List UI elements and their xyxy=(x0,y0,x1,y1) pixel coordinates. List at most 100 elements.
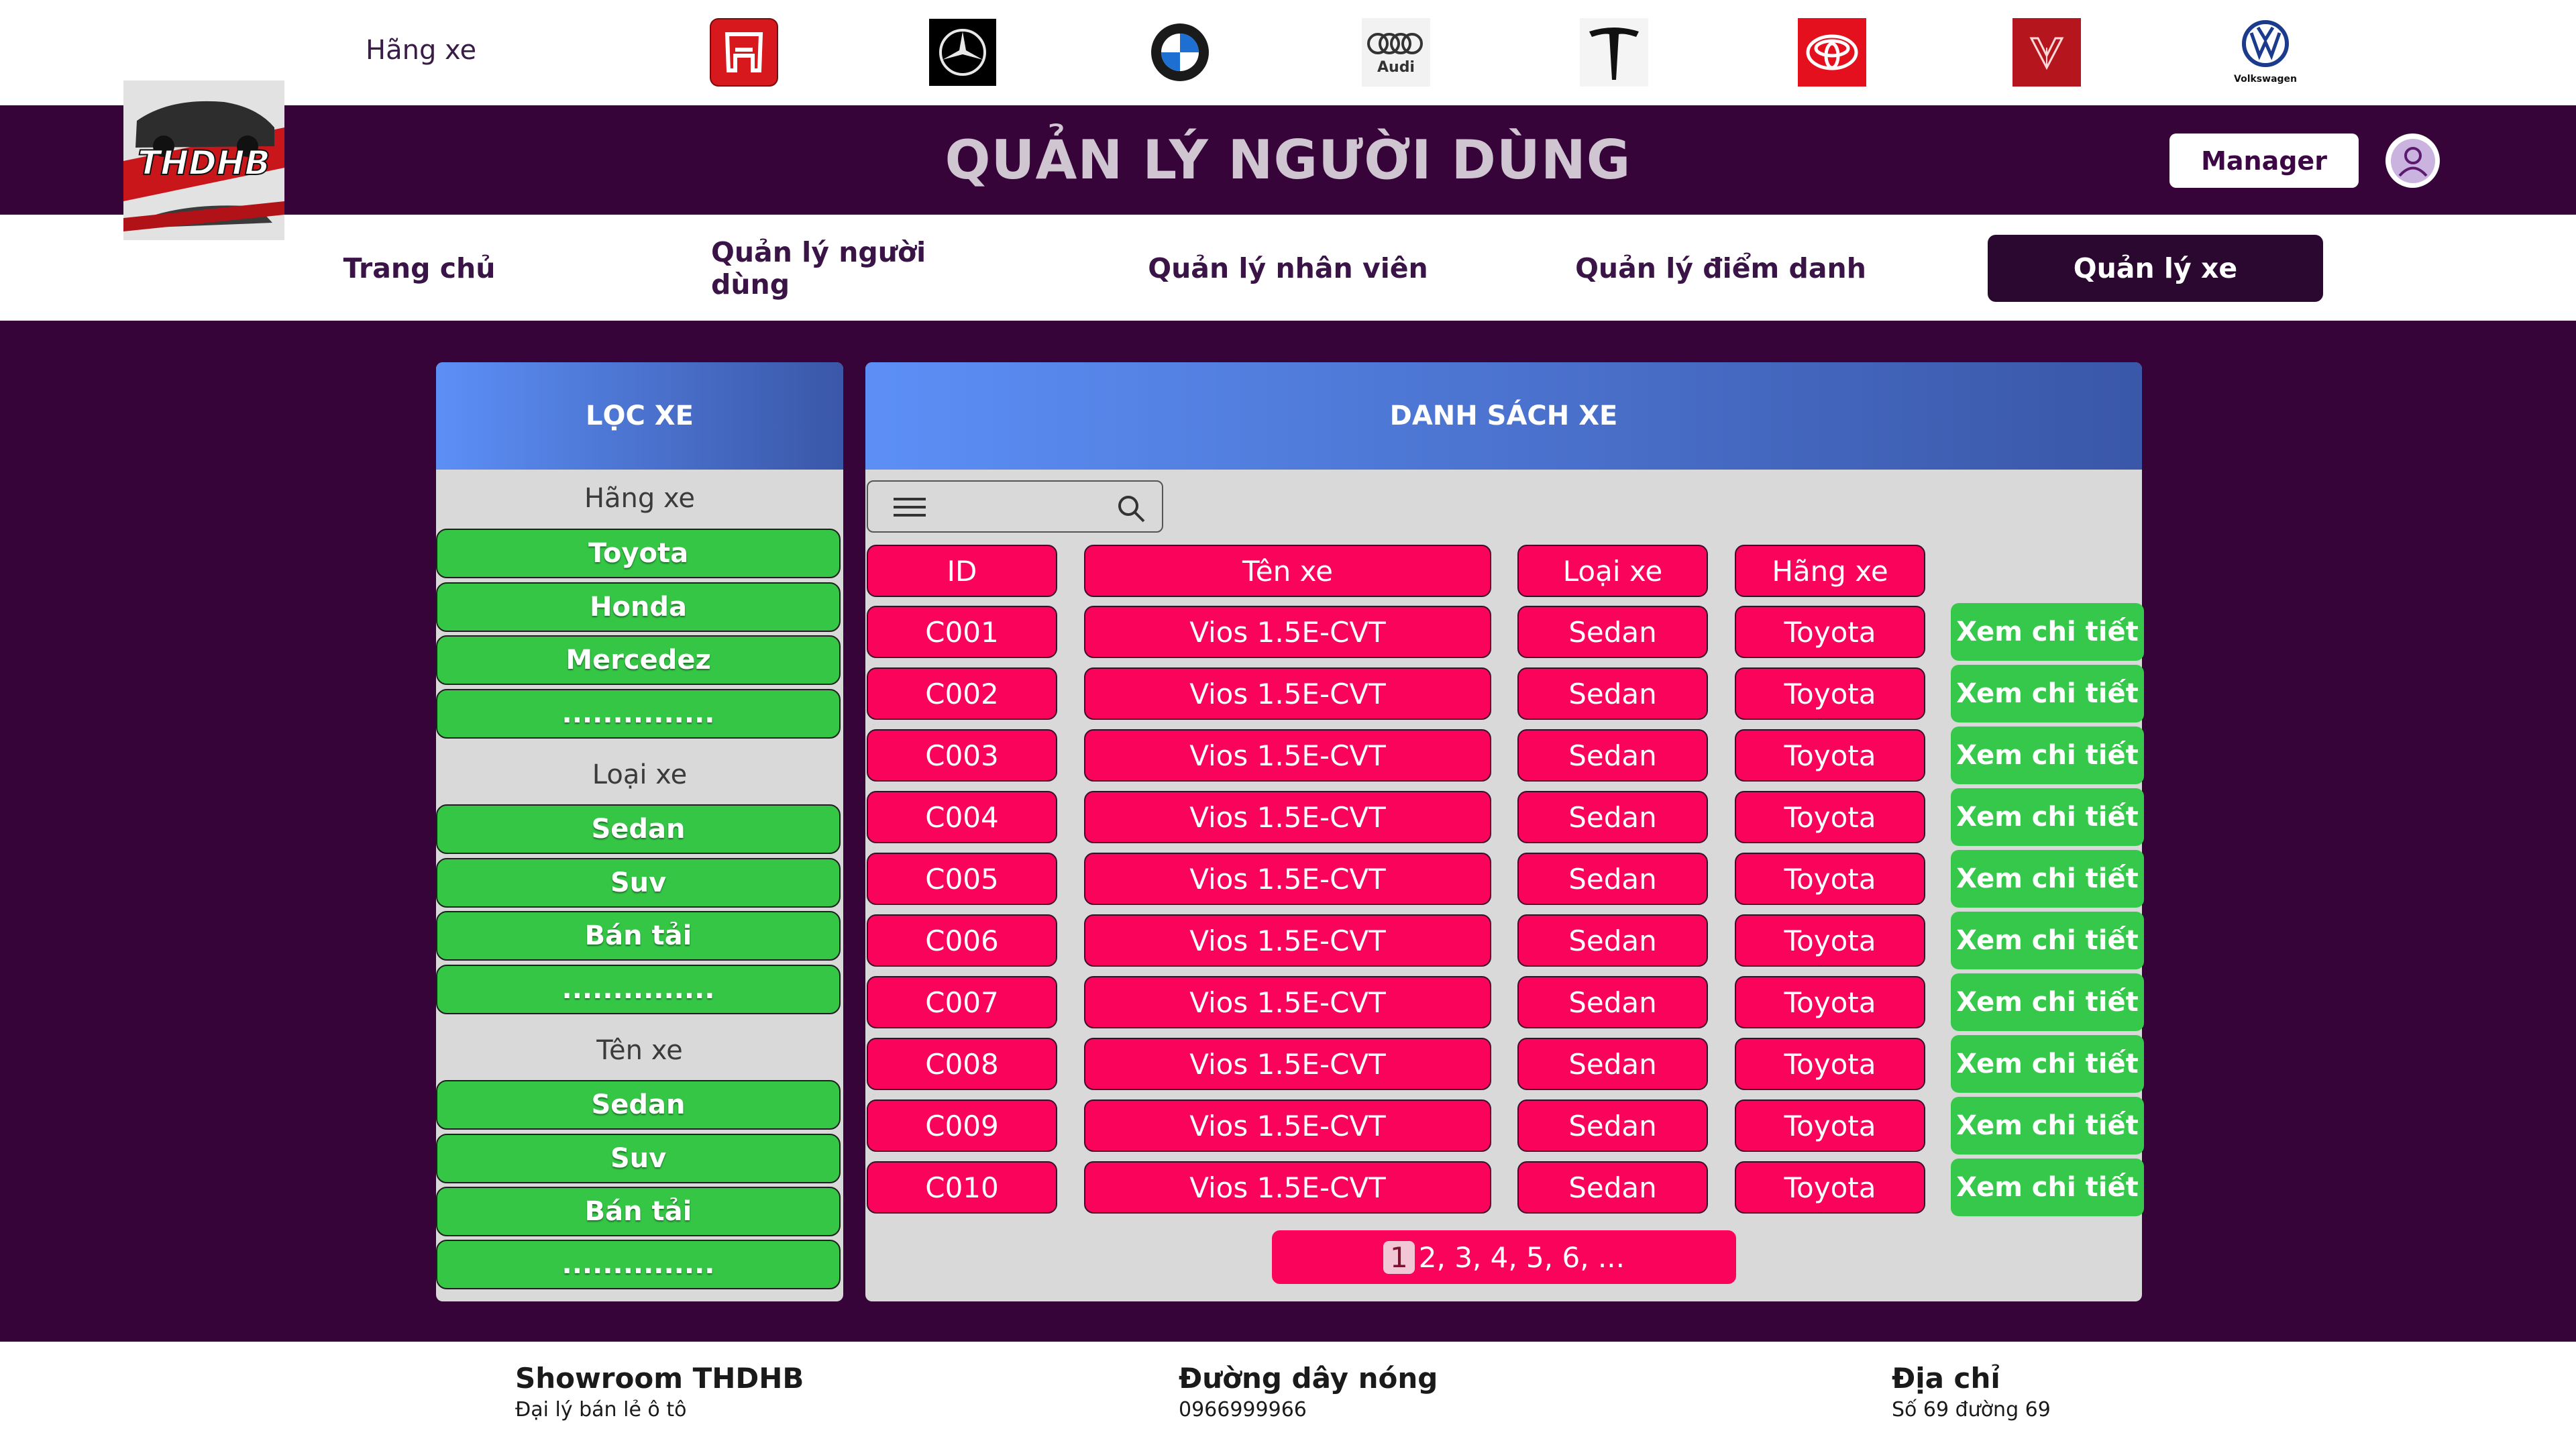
view-detail-button[interactable]: Xem chi tiết xyxy=(1951,727,2144,784)
view-detail-button[interactable]: Xem chi tiết xyxy=(1951,973,2144,1031)
filter-panel-title: LỌC XE xyxy=(436,362,843,470)
nav-car-management[interactable]: Quản lý xe xyxy=(1988,235,2323,302)
filter-group-brand-title: Hãng xe xyxy=(584,483,696,514)
column-header-brand[interactable]: Hãng xe xyxy=(1735,545,1925,597)
cell-id: C009 xyxy=(867,1099,1057,1152)
user-avatar[interactable] xyxy=(2385,133,2440,188)
footer-hotline-title: Đường dây nóng xyxy=(1179,1362,1438,1395)
view-detail-button[interactable]: Xem chi tiết xyxy=(1951,603,2144,661)
site-logo[interactable]: THDHB xyxy=(123,80,284,240)
cell-id: C003 xyxy=(867,729,1057,782)
cell-name: Vios 1.5E-CVT xyxy=(1084,914,1491,967)
footer xyxy=(0,1342,2576,1449)
audi-wordmark: Audi xyxy=(1377,59,1415,76)
cell-id: C002 xyxy=(867,667,1057,720)
audi-logo[interactable]: Audi xyxy=(1362,18,1430,87)
cell-id: C007 xyxy=(867,976,1057,1028)
nav-staff-management[interactable]: Quản lý nhân viên xyxy=(1140,235,1436,302)
manager-button[interactable]: Manager xyxy=(2169,133,2359,188)
filter-type-more[interactable]: ............... xyxy=(436,965,841,1014)
filter-brand-more[interactable]: ............... xyxy=(436,689,841,739)
cell-brand: Toyota xyxy=(1735,1038,1925,1090)
filter-type-suv[interactable]: Suv xyxy=(436,858,841,908)
filter-name-more[interactable]: ............... xyxy=(436,1240,841,1289)
cell-type: Sedan xyxy=(1517,976,1708,1028)
bmw-logo[interactable] xyxy=(1146,18,1214,87)
view-detail-button[interactable]: Xem chi tiết xyxy=(1951,665,2144,722)
cell-type: Sedan xyxy=(1517,791,1708,843)
menu-icon[interactable] xyxy=(892,495,927,519)
view-detail-button[interactable]: Xem chi tiết xyxy=(1951,788,2144,846)
filter-brand-mercedez[interactable]: Mercedez xyxy=(436,635,841,685)
vinfast-logo[interactable] xyxy=(2012,18,2081,87)
view-detail-button[interactable]: Xem chi tiết xyxy=(1951,1159,2144,1216)
cell-brand: Toyota xyxy=(1735,1099,1925,1152)
volkswagen-wordmark: Volkswagen xyxy=(2234,74,2297,85)
search-icon[interactable] xyxy=(1116,494,1146,523)
filter-panel: LỌC XE Hãng xe Toyota Honda Mercedez ...… xyxy=(436,362,843,1301)
cell-name: Vios 1.5E-CVT xyxy=(1084,667,1491,720)
cell-brand: Toyota xyxy=(1735,729,1925,782)
cell-brand: Toyota xyxy=(1735,667,1925,720)
cell-id: C006 xyxy=(867,914,1057,967)
tesla-logo[interactable] xyxy=(1580,18,1648,87)
cell-brand: Toyota xyxy=(1735,976,1925,1028)
filter-name-pickup[interactable]: Bán tải xyxy=(436,1187,841,1236)
column-header-type[interactable]: Loại xe xyxy=(1517,545,1708,597)
cell-id: C001 xyxy=(867,606,1057,658)
page-links[interactable]: 2, 3, 4, 5, 6, ... xyxy=(1419,1241,1625,1274)
nav-home[interactable]: Trang chủ xyxy=(309,235,530,302)
cell-type: Sedan xyxy=(1517,729,1708,782)
cell-brand: Toyota xyxy=(1735,606,1925,658)
cell-type: Sedan xyxy=(1517,914,1708,967)
cell-brand: Toyota xyxy=(1735,914,1925,967)
mercedes-logo[interactable] xyxy=(928,18,997,87)
cell-name: Vios 1.5E-CVT xyxy=(1084,1099,1491,1152)
filter-type-sedan[interactable]: Sedan xyxy=(436,804,841,854)
nav-user-management[interactable]: Quản lý người dùng xyxy=(711,235,1000,302)
cell-name: Vios 1.5E-CVT xyxy=(1084,1038,1491,1090)
view-detail-button[interactable]: Xem chi tiết xyxy=(1951,1035,2144,1093)
footer-address-title: Địa chỉ xyxy=(1892,1362,2000,1395)
cell-name: Vios 1.5E-CVT xyxy=(1084,1161,1491,1214)
cell-type: Sedan xyxy=(1517,606,1708,658)
volkswagen-logo[interactable]: Volkswagen xyxy=(2231,18,2300,87)
cell-name: Vios 1.5E-CVT xyxy=(1084,606,1491,658)
cell-name: Vios 1.5E-CVT xyxy=(1084,976,1491,1028)
cell-name: Vios 1.5E-CVT xyxy=(1084,729,1491,782)
brand-strip-label: Hãng xe xyxy=(366,35,477,66)
cell-type: Sedan xyxy=(1517,1161,1708,1214)
filter-name-sedan[interactable]: Sedan xyxy=(436,1080,841,1130)
cell-brand: Toyota xyxy=(1735,791,1925,843)
filter-group-type-title: Loại xe xyxy=(592,759,688,790)
user-icon xyxy=(2390,138,2435,183)
view-detail-button[interactable]: Xem chi tiết xyxy=(1951,912,2144,969)
cell-id: C004 xyxy=(867,791,1057,843)
filter-brand-honda[interactable]: Honda xyxy=(436,582,841,632)
cell-type: Sedan xyxy=(1517,1099,1708,1152)
filter-type-pickup[interactable]: Bán tải xyxy=(436,911,841,961)
cell-name: Vios 1.5E-CVT xyxy=(1084,853,1491,905)
view-detail-button[interactable]: Xem chi tiết xyxy=(1951,1097,2144,1155)
filter-brand-toyota[interactable]: Toyota xyxy=(436,529,841,578)
cell-id: C008 xyxy=(867,1038,1057,1090)
column-header-name[interactable]: Tên xe xyxy=(1084,545,1491,597)
search-bar[interactable] xyxy=(867,480,1163,533)
view-detail-button[interactable]: Xem chi tiết xyxy=(1951,850,2144,908)
cell-type: Sedan xyxy=(1517,1038,1708,1090)
nav-attendance-management[interactable]: Quản lý điểm danh xyxy=(1570,235,1872,302)
cell-type: Sedan xyxy=(1517,667,1708,720)
honda-logo[interactable] xyxy=(710,18,778,87)
toyota-logo[interactable] xyxy=(1798,18,1866,87)
footer-hotline-text: 0966999966 xyxy=(1179,1398,1307,1421)
cell-brand: Toyota xyxy=(1735,853,1925,905)
cell-name: Vios 1.5E-CVT xyxy=(1084,791,1491,843)
filter-name-suv[interactable]: Suv xyxy=(436,1134,841,1183)
page-current[interactable]: 1 xyxy=(1383,1240,1415,1274)
car-list-title: DANH SÁCH XE xyxy=(865,362,2142,470)
footer-address-text: Số 69 đường 69 xyxy=(1892,1398,2051,1421)
cell-type: Sedan xyxy=(1517,853,1708,905)
pagination: 1 2, 3, 4, 5, 6, ... xyxy=(1272,1230,1736,1284)
filter-group-name-title: Tên xe xyxy=(596,1035,683,1066)
column-header-id[interactable]: ID xyxy=(867,545,1057,597)
